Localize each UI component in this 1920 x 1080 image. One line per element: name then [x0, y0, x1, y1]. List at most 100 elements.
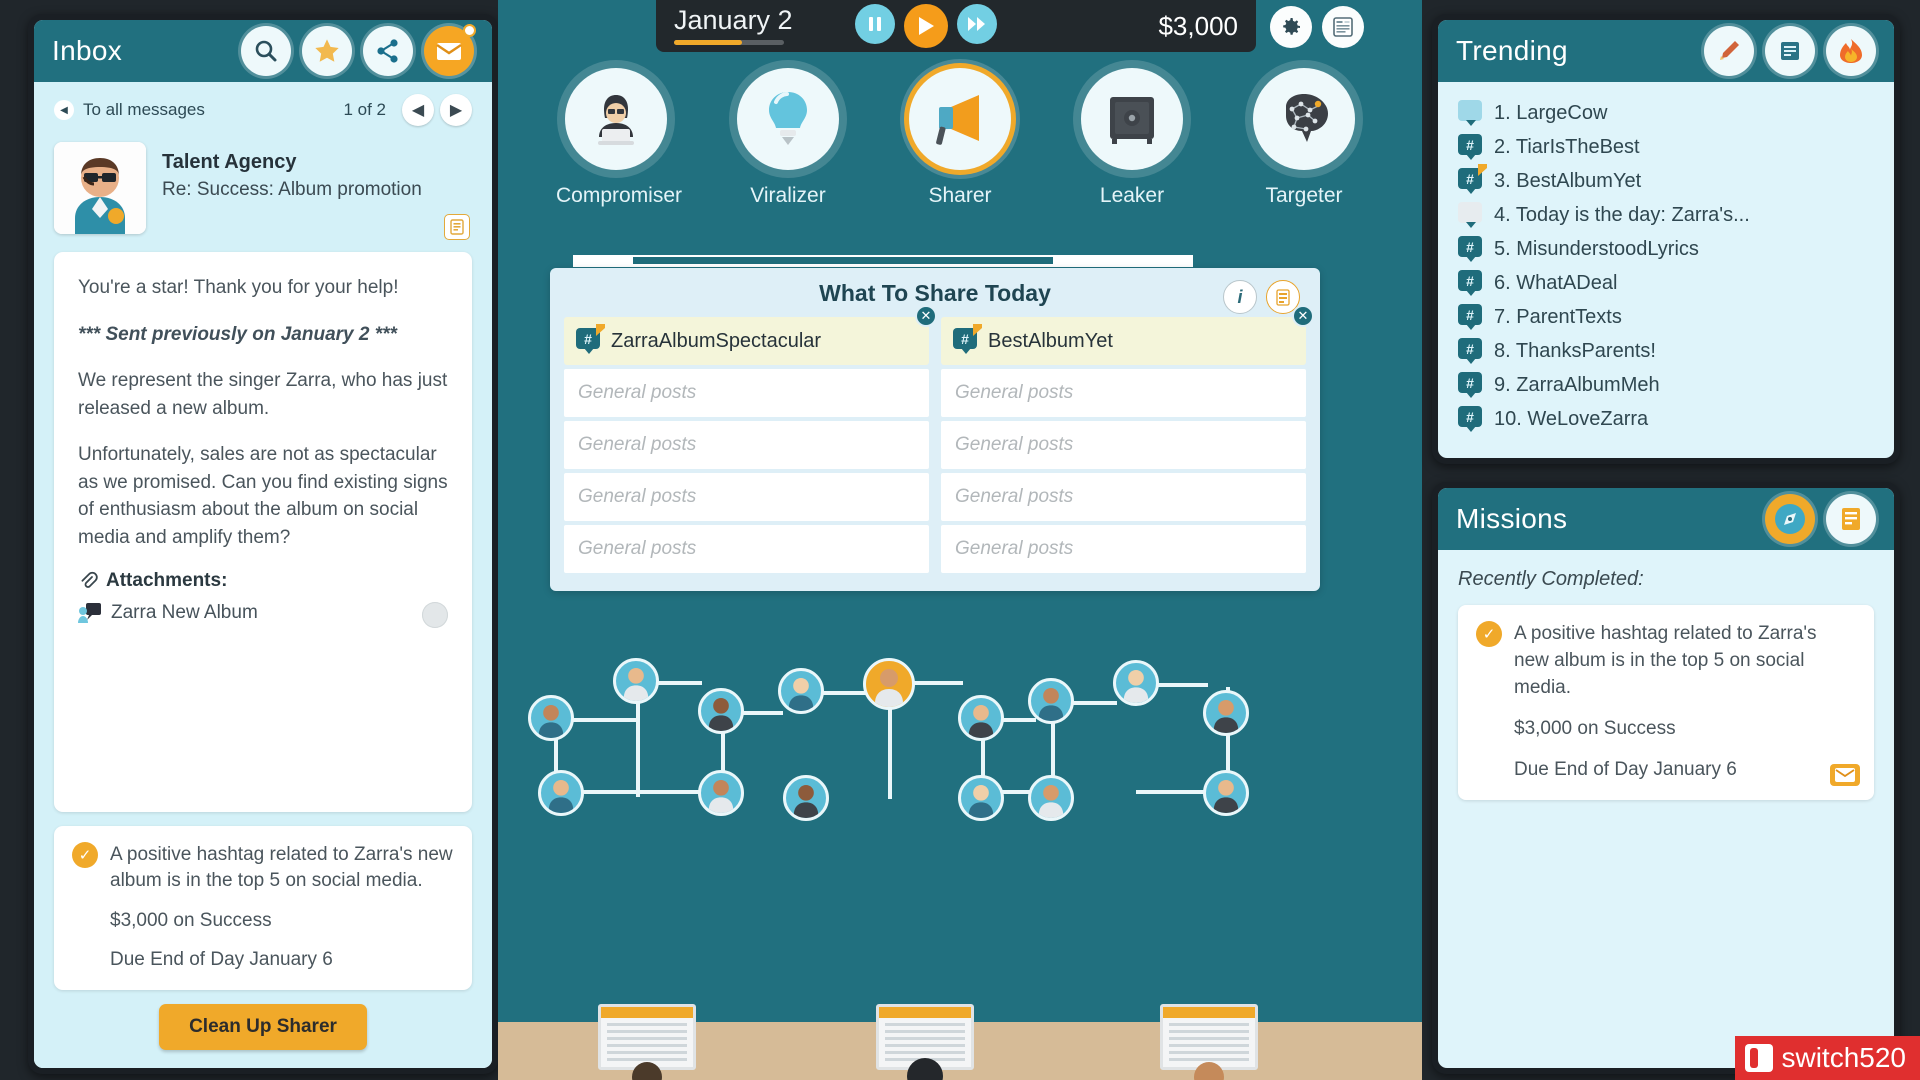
play-button[interactable]	[903, 4, 948, 48]
share-column-header[interactable]: # ZarraAlbumSpectacular	[564, 317, 929, 365]
trending-item[interactable]: 1. LargeCow	[1458, 96, 1874, 130]
graph-link	[888, 795, 892, 799]
trending-item[interactable]: #10. WeLoveZarra	[1458, 402, 1874, 436]
trending-item[interactable]: #2. TiarIsTheBest	[1458, 130, 1874, 164]
attachment-item[interactable]: Zarra New Album	[78, 602, 448, 629]
social-node[interactable]	[1028, 678, 1074, 724]
social-node[interactable]	[1113, 660, 1159, 706]
trending-item[interactable]: #5. MisunderstoodLyrics	[1458, 232, 1874, 266]
clipboard-icon[interactable]	[1826, 494, 1876, 544]
sender-name: Talent Agency	[162, 151, 297, 173]
remove-hashtag-button[interactable]: ✕	[1292, 305, 1314, 327]
tool-targeter[interactable]: Targeter	[1244, 68, 1364, 208]
fast-forward-button[interactable]	[956, 4, 997, 44]
social-node[interactable]	[958, 695, 1004, 741]
post-slot[interactable]: General posts	[941, 369, 1306, 417]
post-slot[interactable]: General posts	[564, 421, 929, 469]
message-type-icon[interactable]	[444, 214, 470, 240]
tool-leaker[interactable]: Leaker	[1072, 68, 1192, 208]
trending-item[interactable]: #6. WhatADeal	[1458, 266, 1874, 300]
tool-sharer[interactable]: Sharer	[900, 68, 1020, 208]
pen-icon[interactable]	[1704, 26, 1754, 76]
trending-item-label: 6. WhatADeal	[1494, 271, 1618, 294]
social-node[interactable]	[613, 658, 659, 704]
social-node[interactable]	[1203, 770, 1249, 816]
social-node[interactable]	[698, 688, 744, 734]
attachment-status-dot[interactable]	[422, 602, 448, 629]
pause-button[interactable]	[854, 4, 895, 44]
hashtag-icon: #	[1458, 338, 1484, 364]
tool-bar: Compromiser Viralizer Sharer Leaker Targ…	[498, 68, 1422, 208]
share-column-header[interactable]: # BestAlbumYet	[941, 317, 1306, 365]
current-date: January 2	[674, 5, 793, 35]
prev-message-button[interactable]: ◀	[402, 94, 434, 126]
share-icon[interactable]	[363, 26, 413, 76]
trending-header: Trending	[1438, 20, 1894, 82]
info-icon[interactable]: i	[1223, 280, 1257, 314]
trending-list: 1. LargeCow #2. TiarIsTheBest #3. BestAlbu…	[1438, 82, 1894, 458]
article-icon[interactable]	[1765, 26, 1815, 76]
tool-viralizer[interactable]: Viralizer	[728, 68, 848, 208]
compass-icon[interactable]	[1765, 494, 1815, 544]
mission-due: Due End of Day January 6	[110, 949, 333, 971]
social-node[interactable]	[783, 775, 829, 821]
back-to-all-messages-link[interactable]: To all messages	[83, 100, 205, 120]
trending-item-label: 8. ThanksParents!	[1494, 339, 1656, 362]
social-node[interactable]	[778, 668, 824, 714]
trending-panel: Trending 1. LargeCow #2. TiarIsTheBest #3.…	[1432, 14, 1900, 464]
mail-icon[interactable]	[1830, 763, 1860, 786]
social-node[interactable]	[863, 658, 915, 710]
tool-label: Sharer	[928, 184, 992, 207]
message-paragraph: *** Sent previously on January 2 ***	[78, 323, 397, 345]
missions-title: Missions	[1456, 503, 1568, 534]
check-circle-icon: ✓	[72, 841, 98, 868]
post-slot[interactable]: General posts	[564, 369, 929, 417]
next-message-button[interactable]: ▶	[440, 94, 472, 126]
back-arrow-icon[interactable]: ◀	[54, 100, 74, 120]
post-slot[interactable]: General posts	[941, 473, 1306, 521]
tool-compromiser[interactable]: Compromiser	[556, 68, 683, 208]
social-node[interactable]	[528, 695, 574, 741]
avatar	[54, 142, 146, 234]
fire-icon[interactable]	[1826, 26, 1876, 76]
tool-label: Compromiser	[556, 184, 683, 207]
hashtag-name: ZarraAlbumSpectacular	[611, 329, 822, 352]
trending-item[interactable]: #7. ParentTexts	[1458, 300, 1874, 334]
message-body: You're a star! Thank you for your help! …	[54, 252, 472, 812]
trending-item-label: 9. ZarraAlbumMeh	[1494, 373, 1660, 396]
attachments-heading: Attachments:	[78, 570, 448, 592]
trending-item[interactable]: #8. ThanksParents!	[1458, 334, 1874, 368]
mission-description: A positive hashtag related to Zarra's ne…	[1514, 623, 1817, 698]
hacker-icon	[565, 68, 667, 170]
post-slot[interactable]: General posts	[564, 525, 929, 573]
mission-card[interactable]: ✓ A positive hashtag related to Zarra's …	[1458, 605, 1874, 800]
search-icon[interactable]	[241, 26, 291, 76]
mail-icon[interactable]	[424, 24, 476, 76]
trending-item[interactable]: #3. BestAlbumYet	[1458, 164, 1874, 198]
social-node[interactable]	[1028, 775, 1074, 821]
check-circle-icon: ✓	[1476, 621, 1502, 647]
trending-item[interactable]: 4. Today is the day: Zarra's...	[1458, 198, 1874, 232]
social-node[interactable]	[698, 770, 744, 816]
clean-up-sharer-button[interactable]: Clean Up Sharer	[159, 1004, 367, 1050]
hashtag-name: BestAlbumYet	[988, 329, 1113, 352]
remove-hashtag-button[interactable]: ✕	[915, 305, 937, 327]
money-display: $3,000	[1158, 10, 1238, 41]
message-subject: Re: Success: Album promotion	[162, 179, 422, 200]
gear-icon[interactable]	[1270, 6, 1312, 48]
hashtag-icon: #	[1458, 270, 1484, 296]
watermark-logo-icon	[1745, 1044, 1774, 1072]
missions-header: Missions	[1438, 488, 1894, 550]
social-node[interactable]	[1203, 690, 1249, 736]
hashtag-icon: #	[1458, 134, 1484, 160]
post-slot[interactable]: General posts	[564, 473, 929, 521]
trending-item[interactable]: #9. ZarraAlbumMeh	[1458, 368, 1874, 402]
message-counter: 1 of 2	[343, 100, 386, 119]
post-slot[interactable]: General posts	[941, 525, 1306, 573]
what-to-share-panel: What To Share Today i ✕ # ZarraAlbumSpec…	[550, 268, 1320, 591]
social-node[interactable]	[538, 770, 584, 816]
post-slot[interactable]: General posts	[941, 421, 1306, 469]
social-node[interactable]	[958, 775, 1004, 821]
star-icon[interactable]	[302, 26, 352, 76]
report-icon[interactable]	[1322, 6, 1364, 48]
